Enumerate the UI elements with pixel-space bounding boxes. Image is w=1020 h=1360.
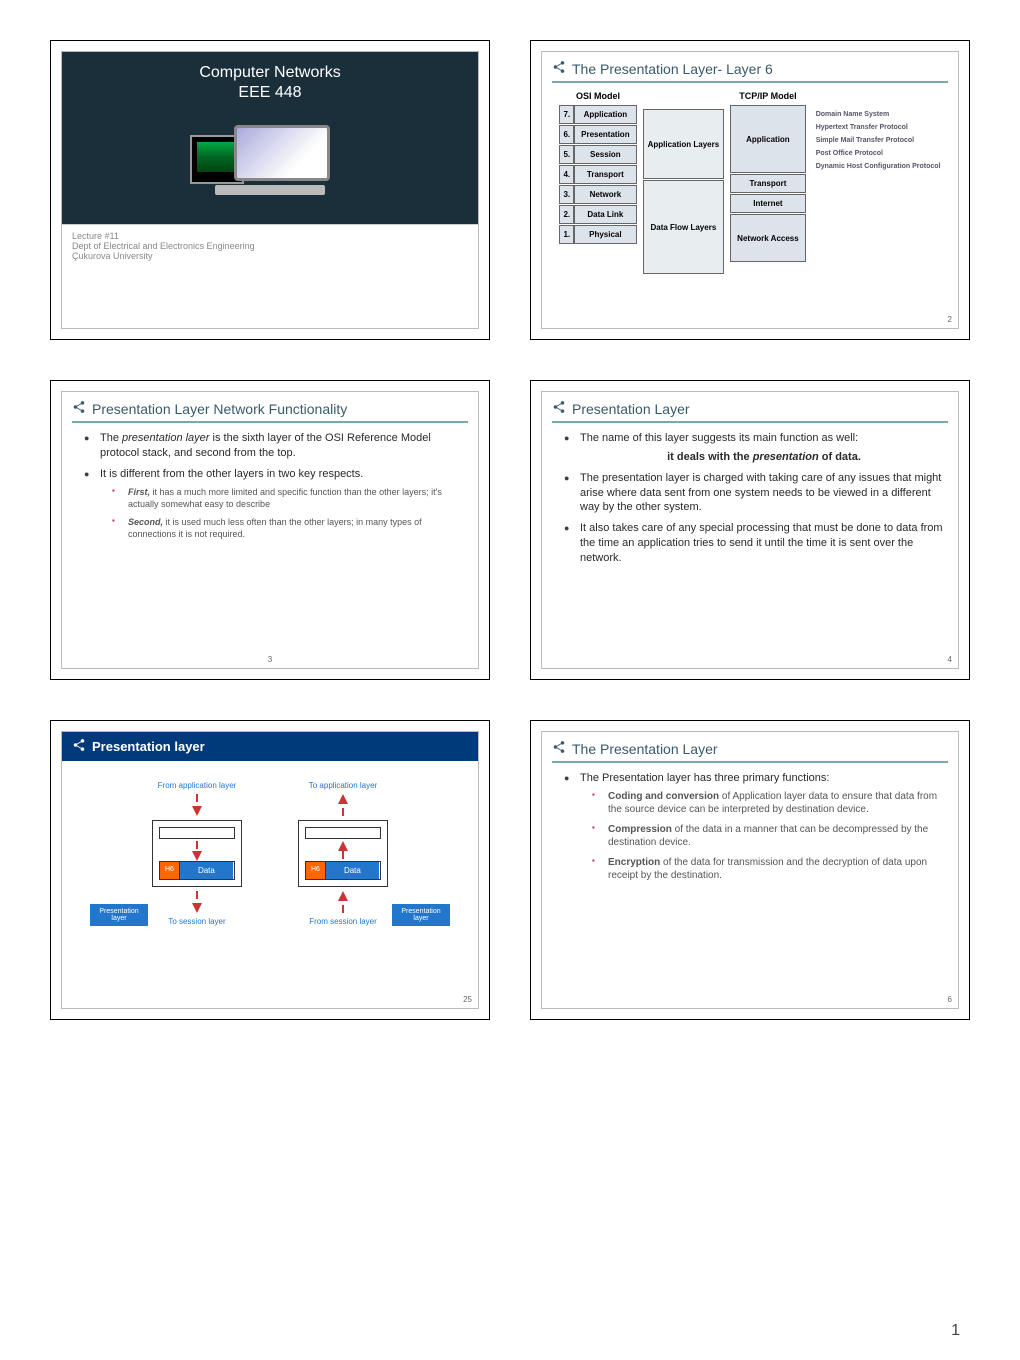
lecture-number: Lecture #11: [72, 231, 468, 241]
slide-number: 4: [948, 655, 952, 664]
slide-5: Presentation layer Presentation layer Fr…: [50, 720, 490, 1020]
slide-title: Presentation Layer Network Functionality: [92, 401, 347, 417]
slide-6: The Presentation Layer The Presentation …: [530, 720, 970, 1020]
share-icon: [552, 400, 566, 417]
page-number: 1: [951, 1322, 960, 1340]
slide-title: The Presentation Layer- Layer 6: [572, 61, 773, 77]
slide-number: 3: [268, 655, 272, 664]
slide-1: Computer Networks EEE 448 Lecture #11 De…: [50, 40, 490, 340]
slide-3: Presentation Layer Network Functionality…: [50, 380, 490, 680]
course-title: Computer Networks: [72, 64, 468, 82]
slide-title: Presentation layer: [92, 739, 205, 754]
university: Çukurova University: [72, 251, 468, 261]
slide-number: 2: [948, 315, 952, 324]
slide-title: The Presentation Layer: [572, 741, 718, 757]
slide-number: 6: [948, 995, 952, 1004]
slide-4: Presentation Layer The name of this laye…: [530, 380, 970, 680]
share-icon: [552, 60, 566, 77]
title-graphic: [72, 110, 468, 210]
share-icon: [72, 400, 86, 417]
department: Dept of Electrical and Electronics Engin…: [72, 241, 468, 251]
slide-2: The Presentation Layer- Layer 6 OSI Mode…: [530, 40, 970, 340]
osi-tcp-diagram: OSI Model 7. 6. 5. 4. 3. 2. 1. Applica: [552, 91, 948, 274]
slide-number: 25: [463, 995, 472, 1004]
course-code: EEE 448: [72, 84, 468, 102]
share-icon: [72, 738, 86, 755]
slide-title: Presentation Layer: [572, 401, 690, 417]
share-icon: [552, 740, 566, 757]
